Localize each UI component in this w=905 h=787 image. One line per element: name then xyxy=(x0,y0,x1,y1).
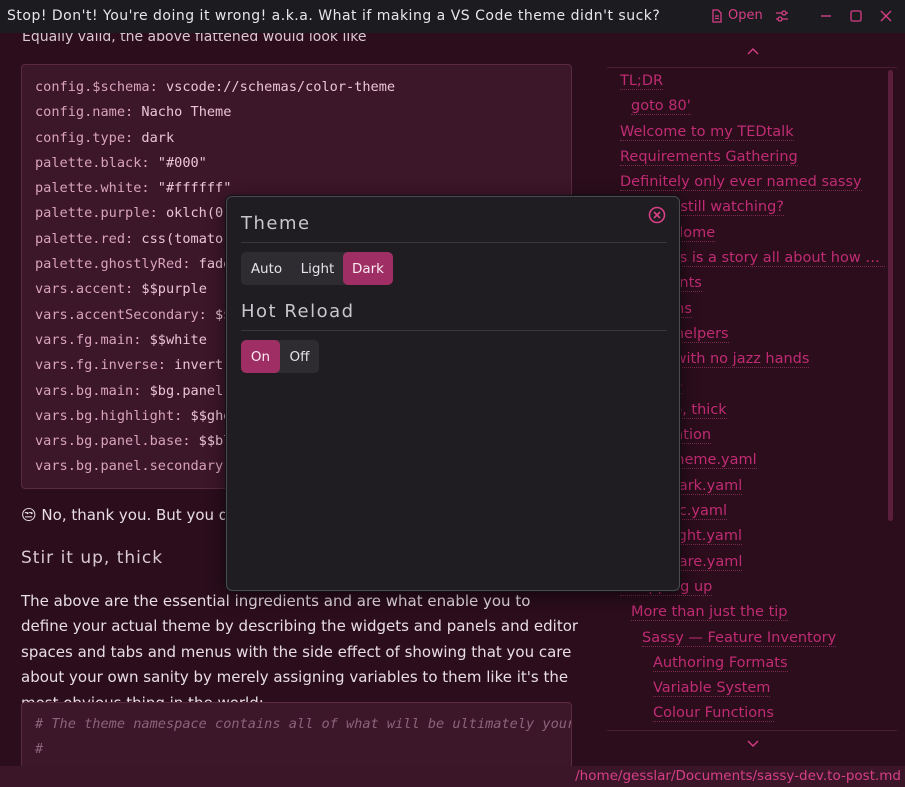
code-value: Nacho Theme xyxy=(133,104,232,121)
code-line: palette.black: "#000" xyxy=(35,151,571,176)
theme-section-rule xyxy=(241,242,667,243)
code-key: vars.fg.main: xyxy=(35,331,142,348)
code-key: palette.red: xyxy=(35,230,134,247)
doc-heading: Stir it up, thick xyxy=(21,548,164,568)
toc-item[interactable]: goto 80' xyxy=(620,96,885,121)
toc-item-label: goto 80' xyxy=(631,98,691,116)
toc-scrollbar[interactable] xyxy=(888,70,893,521)
code-key: vars.bg.main: xyxy=(35,382,142,399)
code-key: config.$schema: xyxy=(35,79,158,95)
code-key: vars.bg.panel.secondary: xyxy=(35,458,232,475)
reload-option-off[interactable]: Off xyxy=(280,340,319,373)
theme-option-dark[interactable]: Dark xyxy=(343,252,393,285)
toc-divider-top xyxy=(607,67,897,68)
toc-item-label: Colour Functions xyxy=(653,705,774,723)
theme-option-light[interactable]: Light xyxy=(292,252,343,285)
maximize-button[interactable] xyxy=(847,7,865,25)
code-key: palette.ghostlyRed: xyxy=(35,256,191,273)
close-modal-icon[interactable] xyxy=(648,206,666,224)
toc-item[interactable]: Colour Functions xyxy=(620,703,885,728)
doc-paragraph-short: 😒 No, thank you. But you do y xyxy=(21,506,251,524)
code-value: $$white xyxy=(141,331,207,348)
toc-item-label: Variable System xyxy=(653,680,771,698)
toc-item[interactable]: Requirements Gathering xyxy=(620,147,885,172)
code-value: "#000" xyxy=(149,154,207,171)
code-value: "#ffffff" xyxy=(149,180,232,197)
doc-partial-line: Equally valid, the above flattened would… xyxy=(22,33,367,45)
toc-divider-bottom xyxy=(607,730,897,731)
toc-item[interactable]: Definitely only ever named sassy xyxy=(620,172,885,197)
reload-option-on[interactable]: On xyxy=(241,340,280,373)
toc-scroll-up-icon[interactable] xyxy=(746,46,760,56)
window-title: Stop! Don't! You're doing it wrong! a.k.… xyxy=(7,8,661,24)
theme-option-auto[interactable]: Auto xyxy=(241,252,292,285)
toc-item-label: More than just the tip xyxy=(631,604,788,622)
code-value: $$purple xyxy=(133,281,207,298)
code-key: vars.accentSecondary: xyxy=(35,306,207,323)
code-line: config.type: dark xyxy=(35,126,571,151)
status-bar: /home/gesslar/Documents/sassy-dev.to-pos… xyxy=(0,766,905,787)
code-comment-line: # xyxy=(35,741,44,758)
open-button[interactable]: Open xyxy=(711,8,763,23)
code-value: dark xyxy=(133,129,175,146)
theme-section-title: Theme xyxy=(241,213,311,234)
open-label: Open xyxy=(728,8,763,23)
settings-modal: Theme Auto Light Dark Hot Reload On Off xyxy=(226,196,680,591)
toc-item-label: Authoring Formats xyxy=(653,654,788,672)
theme-selector: Auto Light Dark xyxy=(241,252,393,285)
doc-p1-text: No, thank you. But you do y xyxy=(41,506,252,524)
hot-reload-section-rule xyxy=(241,330,667,331)
settings-sliders-icon[interactable] xyxy=(773,7,791,25)
close-window-button[interactable] xyxy=(877,7,895,25)
toc-item-label: Definitely only ever named sassy xyxy=(620,174,862,192)
minimize-button[interactable] xyxy=(817,7,835,25)
code-line: config.$schema: vscode://schemas/color-t… xyxy=(35,75,571,100)
code-key: palette.white: xyxy=(35,180,150,197)
toc-item-label: Requirements Gathering xyxy=(620,148,798,166)
code-key: palette.purple: xyxy=(35,205,158,222)
code-key: vars.fg.inverse: xyxy=(35,357,166,374)
code-line: config.name: Nacho Theme xyxy=(35,100,571,125)
toc-item-label: Sassy — Feature Inventory xyxy=(642,629,837,647)
code-value: $bg.panel.b xyxy=(141,382,240,399)
code-key: palette.black: xyxy=(35,154,150,171)
code-value: css(tomato) xyxy=(133,230,232,247)
toc-item[interactable]: Variable System xyxy=(620,678,885,703)
unamused-emoji-icon: 😒 xyxy=(21,506,37,524)
doc-paragraph: The above are the essential ingredients … xyxy=(21,592,579,712)
code-block-theme: # The theme namespace contains all of wh… xyxy=(21,702,572,766)
toc-item[interactable]: More than just the tip xyxy=(620,602,885,627)
code-key: vars.bg.panel.base: xyxy=(35,433,191,450)
code-comment-line: # The theme namespace contains all of wh… xyxy=(35,716,571,732)
hot-reload-section-title: Hot Reload xyxy=(241,301,355,322)
code-value: vscode://schemas/color-theme xyxy=(157,79,396,95)
title-bar: Stop! Don't! You're doing it wrong! a.k.… xyxy=(0,0,905,33)
toc-scroll-down-icon[interactable] xyxy=(746,739,760,749)
file-icon xyxy=(712,8,722,23)
toc-item[interactable]: Authoring Formats xyxy=(620,653,885,678)
toc-item[interactable]: Sassy — Feature Inventory xyxy=(620,628,885,653)
toc-item[interactable]: Welcome to my TEDtalk xyxy=(620,122,885,147)
code-key: vars.bg.highlight: xyxy=(35,407,183,424)
code-key: vars.accent: xyxy=(35,281,134,298)
code-key: config.name: xyxy=(35,104,134,121)
file-path: /home/gesslar/Documents/sassy-dev.to-pos… xyxy=(575,768,901,784)
toc-item-label: TL;DR xyxy=(620,73,664,90)
toc-item[interactable]: TL;DR xyxy=(620,71,885,96)
code-key: config.type: xyxy=(35,129,134,146)
toc-item-label: Welcome to my TEDtalk xyxy=(620,123,794,141)
hot-reload-selector: On Off xyxy=(241,340,319,373)
